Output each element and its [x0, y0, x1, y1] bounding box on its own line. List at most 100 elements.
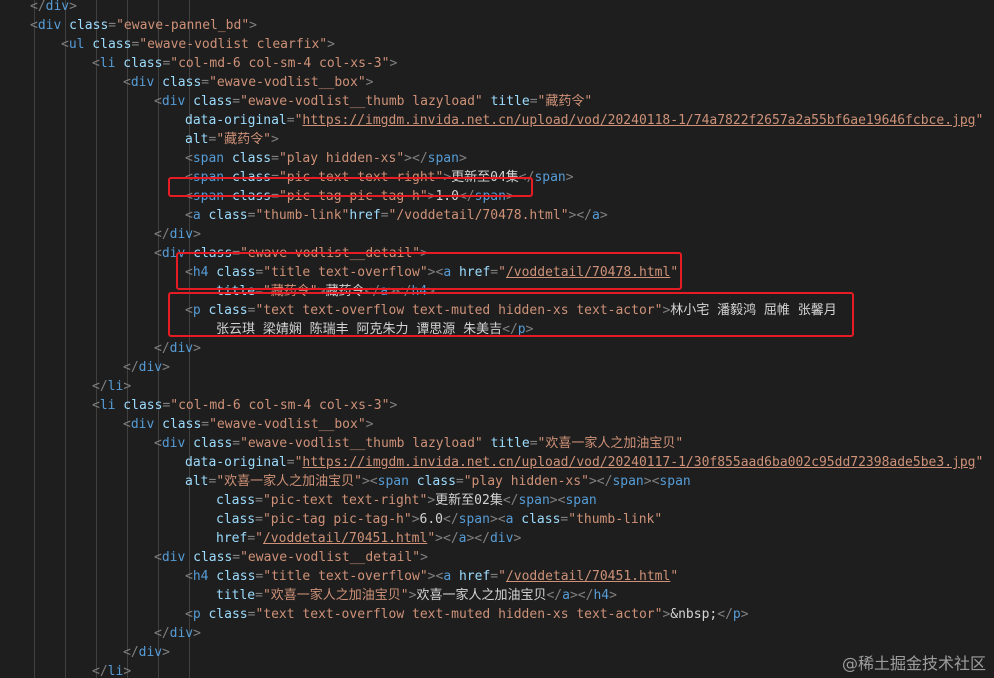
code-token: ></ [588, 474, 613, 489]
code-token: </ [154, 227, 170, 242]
code-line[interactable]: <span class="play hidden-xs"></span> [0, 149, 467, 168]
code-line[interactable]: data-original= "https://imgdm.invida.net.… [0, 453, 983, 472]
code-token: < [185, 151, 193, 166]
code-line[interactable]: title="欢喜一家人之加油宝贝">欢喜一家人之加油宝贝</a></h4> [0, 586, 617, 605]
code-token: > [193, 227, 201, 242]
code-token: title [216, 588, 256, 603]
code-token: href [349, 208, 381, 223]
code-token: > [420, 550, 428, 565]
code-token: > [599, 208, 608, 223]
code-token: data-original [185, 113, 287, 128]
code-token: class [84, 37, 132, 52]
code-token: "play hidden-xs" [463, 474, 589, 489]
code-token: = [232, 94, 241, 109]
code-token: < [123, 75, 131, 90]
code-token: > [609, 588, 617, 603]
code-token: = [201, 75, 210, 90]
code-token: "欢喜一家人之加油宝贝" [262, 588, 409, 603]
code-token: </ [123, 360, 139, 375]
code-token: </ [30, 0, 46, 14]
code-line[interactable]: </div> [0, 0, 77, 16]
code-token: 更新至02集 [435, 493, 503, 508]
code-token: > [162, 360, 170, 375]
code-token: "ewave-vodlist__box" [209, 417, 366, 432]
code-line[interactable]: <ul class="ewave-vodlist clearfix"> [0, 35, 335, 54]
code-token: > [411, 512, 420, 527]
code-token: "thumb-link" [255, 208, 350, 223]
code-token: < [123, 417, 131, 432]
code-token: alt [185, 132, 209, 147]
code-token: " [255, 531, 263, 546]
code-token: h4 [593, 588, 610, 603]
watermark: @稀土掘金技术社区 [841, 654, 986, 673]
code-token: div [161, 550, 186, 565]
code-token: > [69, 0, 77, 14]
code-line[interactable]: alt="欢喜一家人之加油宝贝"><span class="play hidde… [0, 472, 691, 491]
code-token: = [255, 512, 263, 527]
code-line[interactable]: </li> [0, 377, 131, 396]
code-token: li [99, 398, 116, 413]
code-token: "thumb-link" [568, 512, 663, 527]
code-line[interactable]: <div class="ewave-vodlist__thumb lazyloa… [0, 434, 683, 453]
code-token: "欢喜一家人之加油宝贝" [216, 474, 362, 489]
code-line[interactable]: <div class="ewave-pannel_bd"> [0, 16, 257, 35]
code-editor[interactable]: </div> <div class="ewave-pannel_bd"> <ul c… [0, 0, 994, 678]
code-line[interactable]: </div> [0, 358, 170, 377]
code-token: "藏药令" [216, 132, 271, 147]
code-line[interactable]: <li class="col-md-6 col-sm-4 col-xs-3"> [0, 396, 397, 415]
code-token: span [518, 493, 550, 508]
code-token: class [154, 75, 202, 90]
code-line[interactable]: <div class="ewave-vodlist__detail"> [0, 548, 428, 567]
code-token: "欢喜一家人之加油宝贝" [537, 436, 684, 451]
code-token: = [529, 436, 538, 451]
code-token: "pic-text text-right" [262, 493, 428, 508]
code-line[interactable]: <p class="text text-overflow text-muted … [0, 605, 749, 624]
code-line[interactable]: </li> [0, 662, 131, 678]
code-line[interactable]: <div class="ewave-vodlist__box"> [0, 415, 373, 434]
code-line[interactable]: <div class="ewave-vodlist__box"> [0, 73, 373, 92]
code-token: > [193, 341, 201, 356]
code-token: > [565, 170, 574, 185]
code-token: li [99, 56, 116, 71]
code-token: = [490, 569, 499, 584]
code-token: " [427, 531, 436, 546]
code-token: < [92, 398, 100, 413]
code-line[interactable]: </div> [0, 624, 201, 643]
code-token: div [161, 94, 186, 109]
code-token: "ewave-vodlist__box" [209, 75, 366, 90]
code-token: "title text-overflow" [263, 569, 428, 584]
code-token: < [185, 607, 193, 622]
code-token: p [192, 607, 201, 622]
code-token: </ [717, 607, 733, 622]
code-token: "ewave-vodlist__thumb lazyload" [240, 94, 483, 109]
code-line[interactable]: alt="藏药令"> [0, 130, 279, 149]
code-token: > [365, 417, 374, 432]
highlight-box-actors [168, 292, 854, 337]
code-line[interactable]: <li class="col-md-6 col-sm-4 col-xs-3"> [0, 54, 397, 73]
code-line[interactable]: </div> [0, 225, 201, 244]
code-token: = [201, 417, 210, 432]
code-line[interactable]: <div class="ewave-vodlist__thumb lazyloa… [0, 92, 592, 111]
code-token: = [232, 550, 241, 565]
code-line[interactable]: class="pic-text text-right">更新至02集</span… [0, 491, 597, 510]
code-token: > [361, 474, 370, 489]
code-line[interactable]: href="/voddetail/70451.html"></a></div> [0, 529, 521, 548]
code-token: class [185, 436, 233, 451]
code-line[interactable]: class="pic-tag pic-tag-h">6.0</span><a c… [0, 510, 662, 529]
code-token: /voddetail/70451.html [505, 569, 671, 584]
code-token: </ [92, 379, 108, 394]
code-token: div [45, 0, 70, 14]
code-token: = [286, 113, 295, 128]
code-token: div [37, 18, 62, 33]
code-token: < [369, 474, 378, 489]
code-token: </ [123, 645, 139, 660]
code-line[interactable]: </div> [0, 339, 201, 358]
code-line[interactable]: </div> [0, 643, 170, 662]
code-token: " [975, 455, 984, 470]
code-line[interactable]: data-original= "https://imgdm.invida.net.… [0, 111, 983, 130]
code-line[interactable]: <a class="thumb-link"href="/voddetail/70… [0, 206, 608, 225]
code-line[interactable]: <h4 class="title text-overflow"><a href=… [0, 567, 678, 586]
code-token: > [389, 398, 398, 413]
code-token: ></ [466, 531, 490, 546]
code-token: > [740, 607, 749, 622]
